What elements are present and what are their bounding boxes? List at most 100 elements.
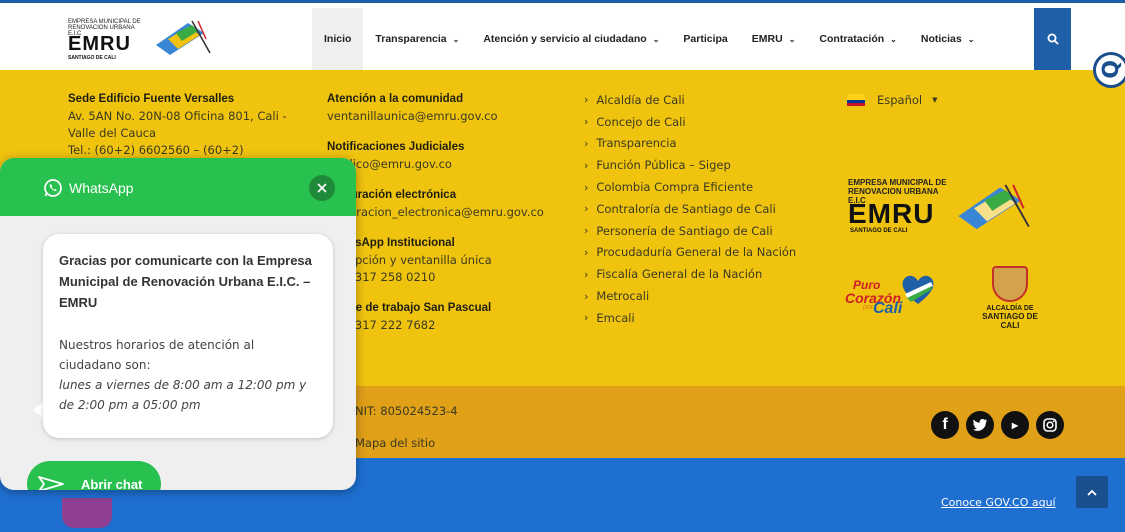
language-selector[interactable]: Español ▼: [847, 93, 938, 107]
chevron-right-icon: ›: [584, 115, 589, 129]
send-icon: [38, 476, 64, 490]
puro-corazon-logo: Puro Corazón por Cali: [845, 272, 935, 322]
search-button[interactable]: [1034, 8, 1071, 70]
chevron-right-icon: ›: [584, 180, 589, 194]
facturacion-title: Facturación electrónica: [327, 189, 457, 201]
link-personeria[interactable]: › Personería de Santiago de Cali: [584, 220, 796, 242]
chevron-right-icon: ›: [584, 158, 589, 172]
external-links-list: › Alcaldía de Cali › Concejo de Cali › Tran…: [584, 89, 796, 329]
alcaldia-line1: ALCALDÍA DE: [986, 305, 1034, 312]
notificaciones-email[interactable]: juridico@emru.gov.co: [327, 156, 567, 173]
alcaldia-logo: ALCALDÍA DE SANTIAGO DE CALI: [972, 266, 1048, 330]
emru-logo[interactable]: EMPRESA MUNICIPAL DE RENOVACION URBANA E.…: [68, 19, 228, 63]
por-word: por: [863, 304, 874, 311]
logo-graphic-icon: [958, 184, 1030, 230]
main-nav: Inicio Transparencia ⌄ Atención y servici…: [312, 8, 986, 70]
whatsapp-close-button[interactable]: [309, 175, 335, 201]
link-label: Colombia Compra Eficiente: [596, 180, 754, 195]
nav-transparencia[interactable]: Transparencia ⌄: [363, 8, 471, 70]
close-icon: [317, 183, 327, 193]
emru-footer-logo: EMPRESA MUNICIPAL DE RENOVACION URBANA E.…: [848, 178, 1038, 238]
link-metrocali[interactable]: › Metrocali: [584, 285, 796, 307]
comunidad-email[interactable]: ventanillaunica@emru.gov.co: [327, 108, 567, 125]
nav-label: EMRU: [751, 33, 783, 45]
caret-down-icon: ▼: [932, 96, 938, 104]
chevron-right-icon: ›: [584, 311, 589, 325]
logo2-name: EMRU: [848, 198, 935, 229]
nit-text: NIT: 805024523-4: [355, 404, 458, 418]
coat-of-arms-icon: [992, 266, 1028, 302]
facebook-icon[interactable]: f: [931, 411, 959, 439]
chevron-right-icon: ›: [584, 224, 589, 238]
sanpascual-phone[interactable]: +57 317 222 7682: [327, 317, 567, 334]
whatsapp-phone[interactable]: +57 317 258 0210: [327, 269, 567, 286]
nav-noticias[interactable]: Noticias ⌄: [909, 8, 987, 70]
link-colombia-compra[interactable]: › Colombia Compra Eficiente: [584, 176, 796, 198]
instagram-icon[interactable]: [1036, 411, 1064, 439]
link-contraloria[interactable]: › Contraloría de Santiago de Cali: [584, 198, 796, 220]
sede-title: Sede Edificio Fuente Versalles: [68, 93, 235, 105]
whatsapp-greeting: Gracias por comunicarte con la Empresa M…: [59, 253, 312, 310]
link-label: Alcaldía de Cali: [596, 92, 685, 107]
link-label: Emcali: [596, 310, 635, 325]
colombia-flag-icon: [847, 94, 865, 106]
nav-participa[interactable]: Participa: [671, 8, 739, 70]
chevron-right-icon: ›: [584, 289, 589, 303]
search-icon: [1047, 33, 1059, 45]
nav-atencion[interactable]: Atención y servicio al ciudadano ⌄: [471, 8, 671, 70]
link-label: Metrocali: [596, 289, 650, 304]
nav-label: Transparencia: [375, 33, 447, 45]
chevron-right-icon: ›: [584, 202, 589, 216]
link-label: Fiscalía General de la Nación: [596, 267, 763, 282]
logo-graphic-icon: [156, 20, 211, 55]
gov-co-link[interactable]: Conoce GOV.CO aquí: [941, 496, 1056, 509]
chevron-down-icon: ⌄: [452, 34, 460, 44]
link-procuraduria[interactable]: › Procudaduría General de la Nación: [584, 242, 796, 264]
nav-emru[interactable]: EMRU ⌄: [740, 8, 808, 70]
chevron-down-icon: ⌄: [652, 34, 660, 44]
sitemap-link[interactable]: Mapa del sitio: [355, 436, 435, 450]
logo2-line1: EMPRESA MUNICIPAL DE: [848, 178, 947, 187]
chevron-right-icon: ›: [584, 93, 589, 107]
whatsapp-icon: [44, 179, 62, 197]
chevron-right-icon: ›: [584, 136, 589, 150]
whatsapp-brand: WhatsApp: [43, 178, 134, 198]
whatsapp-title: WhatsApp Institucional: [327, 237, 455, 249]
nav-inicio[interactable]: Inicio: [312, 8, 364, 70]
back-to-top-button[interactable]: [1076, 476, 1108, 508]
chevron-right-icon: ›: [584, 267, 589, 281]
link-label: Personería de Santiago de Cali: [596, 223, 773, 238]
link-fiscalia[interactable]: › Fiscalía General de la Nación: [584, 263, 796, 285]
alcaldia-line2: SANTIAGO DE CALI: [982, 312, 1038, 330]
cali-word: Cali: [873, 300, 903, 317]
chevron-right-icon: ›: [584, 245, 589, 259]
nav-contratacion[interactable]: Contratación ⌄: [807, 8, 908, 70]
link-label: Concejo de Cali: [596, 114, 686, 129]
whatsapp-message-bubble: Gracias por comunicarte con la Empresa M…: [43, 234, 333, 438]
nav-label: Participa: [683, 33, 728, 45]
link-label: Transparencia: [596, 136, 677, 151]
link-transparencia[interactable]: › Transparencia: [584, 133, 796, 155]
facturacion-email[interactable]: facturacion_electronica@emru.gov.co: [327, 204, 567, 221]
whatsapp-title: WhatsApp: [69, 180, 134, 196]
link-label: Contraloría de Santiago de Cali: [596, 201, 776, 216]
notificaciones-title: Notificaciones Judiciales: [327, 141, 465, 153]
comunidad-title: Atención a la comunidad: [327, 93, 464, 105]
open-chat-label: Abrir chat: [81, 476, 143, 491]
link-concejo[interactable]: › Concejo de Cali: [584, 111, 796, 133]
gov-co-logo: [62, 498, 112, 528]
whatsapp-hours-label: Nuestros horarios de atención al ciudada…: [59, 338, 255, 372]
youtube-icon[interactable]: ▶: [1001, 411, 1029, 439]
open-chat-button[interactable]: Abrir chat: [27, 461, 161, 490]
nav-label: Noticias: [920, 33, 962, 45]
sanpascual-title: Frente de trabajo San Pascual: [327, 302, 492, 314]
language-label: Español: [877, 93, 923, 107]
link-funcion-publica[interactable]: › Función Pública – Sigep: [584, 154, 796, 176]
chevron-up-icon: [1087, 489, 1097, 496]
link-alcaldia[interactable]: › Alcaldía de Cali: [584, 89, 796, 111]
link-emcali[interactable]: › Emcali: [584, 307, 796, 329]
link-label: Procudaduría General de la Nación: [596, 245, 797, 260]
whatsapp-schedule: lunes a viernes de 8:00 am a 12:00 pm y …: [59, 378, 307, 412]
twitter-icon[interactable]: [966, 411, 994, 439]
accessibility-icon[interactable]: ℺: [1093, 52, 1125, 88]
